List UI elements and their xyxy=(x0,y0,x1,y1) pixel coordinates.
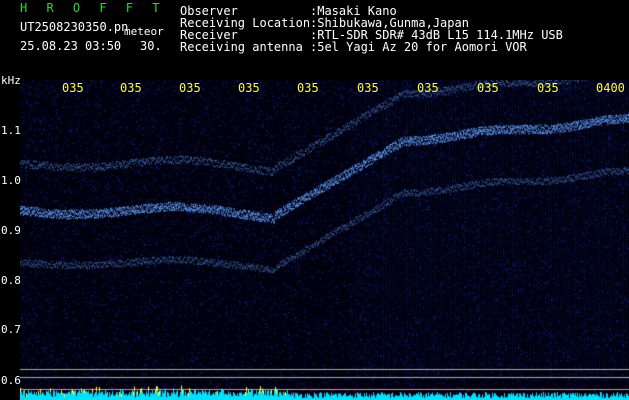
antenna-label: Receiving antenna xyxy=(180,40,303,54)
freq-label: 1.0 xyxy=(1,174,21,187)
file-suffix: meteor xyxy=(124,25,164,38)
file-name: UT2508230350.pn xyxy=(20,20,129,34)
time-label: 035 xyxy=(417,81,439,95)
freq-unit-label: kHz xyxy=(1,74,21,87)
freq-label: 1.1 xyxy=(1,124,21,137)
freq-label: 0.8 xyxy=(1,274,21,287)
time-label: 035 xyxy=(238,81,260,95)
time-label: 035 xyxy=(477,81,499,95)
time-label: 035 xyxy=(62,81,84,95)
hrofft-screen: H R O F F T UT2508230350.pn meteor 25.08… xyxy=(0,0,629,400)
time-label: 035 xyxy=(297,81,319,95)
time-label: 035 xyxy=(537,81,559,95)
freq-label: 0.6 xyxy=(1,374,21,387)
time-label: 035 xyxy=(179,81,201,95)
spectrogram-canvas xyxy=(20,80,629,400)
time-label: 0400 xyxy=(596,81,625,95)
antenna-value: :5el Yagi Az 20 for Aomori VOR xyxy=(310,40,527,54)
time-label: 035 xyxy=(120,81,142,95)
app-title: H R O F F T xyxy=(20,1,166,15)
seconds-value: 30. xyxy=(140,39,162,53)
date-time: 25.08.23 03:50 xyxy=(20,39,122,53)
time-label: 035 xyxy=(357,81,379,95)
freq-label: 0.9 xyxy=(1,224,21,237)
freq-label: 0.7 xyxy=(1,323,21,336)
